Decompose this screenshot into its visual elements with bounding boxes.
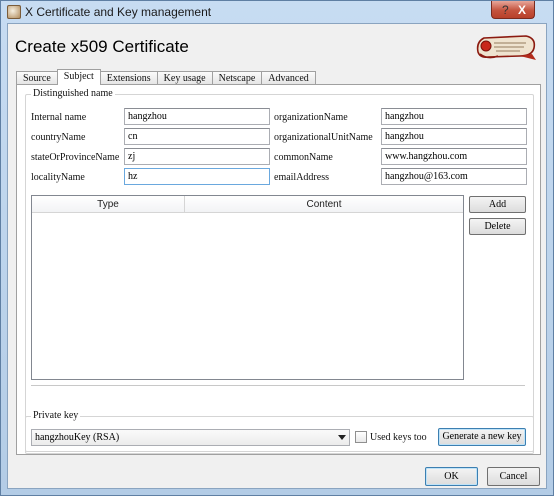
tab-netscape[interactable]: Netscape [211, 71, 263, 85]
add-button[interactable]: Add [469, 196, 526, 213]
page-title: Create x509 Certificate [15, 37, 189, 56]
app-icon [7, 5, 21, 19]
type-column-header[interactable]: Type [32, 196, 185, 213]
organizational-unit-input[interactable]: hangzhou [381, 128, 527, 145]
common-name-input[interactable]: www.hangzhou.com [381, 148, 527, 165]
window-title: X Certificate and Key management [25, 5, 212, 19]
tab-key-usage[interactable]: Key usage [156, 71, 213, 85]
distinguished-name-label: Distinguished name [31, 88, 115, 99]
internal-name-label: Internal name [31, 112, 87, 123]
email-address-label: emailAddress [274, 172, 329, 183]
title-bar[interactable]: X Certificate and Key management ? X [1, 1, 553, 23]
help-icon[interactable]: ? [502, 2, 509, 18]
country-name-input[interactable]: cn [124, 128, 270, 145]
organization-name-input[interactable]: hangzhou [381, 108, 527, 125]
app-window: X Certificate and Key management ? X Cre… [0, 0, 554, 496]
dialog-client: Create x509 Certificate Source Subject E… [7, 23, 547, 489]
generate-new-key-button[interactable]: Generate a new key [438, 428, 526, 446]
close-button[interactable]: ? X [491, 1, 535, 19]
close-icon: X [518, 3, 527, 17]
private-key-select[interactable]: hangzhouKey (RSA) [31, 429, 350, 446]
locality-name-input[interactable]: hz [124, 168, 270, 185]
horizontal-separator [31, 385, 525, 389]
content-column-header[interactable]: Content [185, 196, 463, 213]
cancel-button[interactable]: Cancel [487, 467, 540, 486]
tab-bar: Source Subject Extensions Key usage Nets… [16, 69, 316, 85]
subject-tab-panel: Distinguished name Internal name hangzho… [16, 84, 541, 455]
tab-source[interactable]: Source [16, 71, 58, 85]
delete-button[interactable]: Delete [469, 218, 526, 235]
chevron-down-icon [338, 435, 346, 440]
state-label: stateOrProvinceName [31, 152, 120, 163]
tab-subject[interactable]: Subject [56, 69, 101, 85]
xca-logo-icon [476, 35, 536, 60]
used-keys-label[interactable]: Used keys too [370, 432, 427, 443]
internal-name-input[interactable]: hangzhou [124, 108, 270, 125]
private-key-label: Private key [31, 410, 81, 421]
ok-button[interactable]: OK [425, 467, 478, 486]
tab-advanced[interactable]: Advanced [261, 71, 316, 85]
extra-entries-table[interactable]: Type Content [31, 195, 464, 380]
tab-extensions[interactable]: Extensions [99, 71, 158, 85]
email-address-input[interactable]: hangzhou@163.com [381, 168, 527, 185]
organizational-unit-label: organizationalUnitName [274, 132, 373, 143]
used-keys-checkbox[interactable] [355, 431, 367, 443]
private-key-selected-value: hangzhouKey (RSA) [35, 432, 120, 443]
common-name-label: commonName [274, 152, 333, 163]
state-input[interactable]: zj [124, 148, 270, 165]
organization-name-label: organizationName [274, 112, 348, 123]
locality-name-label: localityName [31, 172, 85, 183]
country-name-label: countryName [31, 132, 86, 143]
